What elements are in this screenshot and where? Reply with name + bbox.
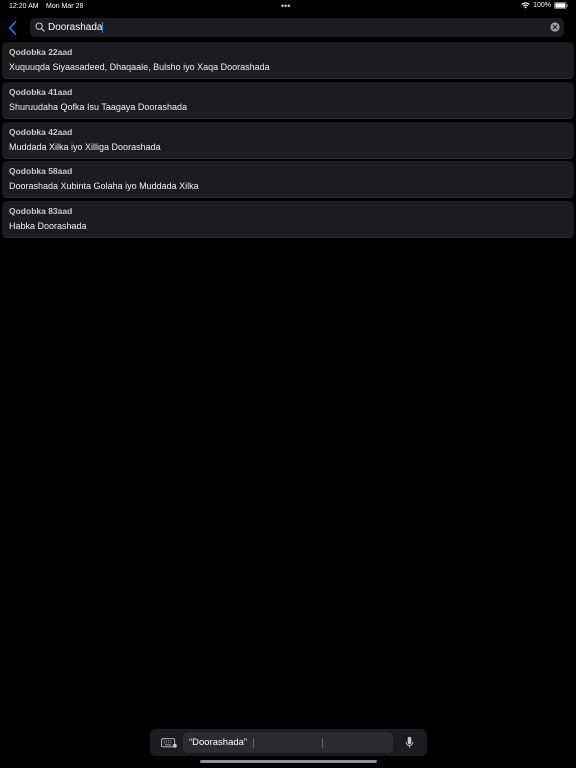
chevron-left-icon [8, 21, 16, 35]
status-indicators: 100% [521, 2, 568, 9]
result-row[interactable]: Qodobka 22aad Xuquuqda Siyaasadeed, Dhaq… [2, 42, 574, 78]
keyboard-dismiss-icon[interactable] [161, 738, 177, 748]
result-title: Qodobka 22aad [9, 47, 73, 57]
result-subtitle: Xuquuqda Siyaasadeed, Dhaqaale, Bulsho i… [9, 62, 270, 72]
keyboard-shortcut-bar: “Doorashada” [150, 729, 427, 756]
result-title: Qodobka 42aad [9, 127, 73, 137]
search-icon [35, 22, 45, 32]
battery-percent: 100% [533, 2, 551, 9]
microphone-icon[interactable] [405, 736, 414, 749]
multitasking-dots-icon[interactable]: ••• [281, 1, 290, 11]
result-row[interactable]: Qodobka 83aad Habka Doorashada [2, 201, 574, 237]
search-query-text: Doorashada [48, 22, 103, 33]
suggestion-item[interactable]: “Doorashada” [189, 737, 247, 748]
status-date: Mon Mar 28 [46, 3, 84, 10]
result-subtitle: Habka Doorashada [9, 221, 87, 231]
search-input[interactable]: Doorashada [48, 21, 104, 34]
home-indicator[interactable] [200, 760, 377, 763]
suggestion-divider [322, 738, 323, 748]
suggestion-divider [253, 738, 254, 748]
result-subtitle: Muddada Xilka iyo Xilliga Doorashada [9, 142, 161, 152]
result-title: Qodobka 58aad [9, 166, 73, 176]
back-button[interactable] [5, 19, 19, 37]
result-row[interactable]: Qodobka 58aad Doorashada Xubinta Golaha … [2, 161, 574, 197]
status-bar: 12:20 AM Mon Mar 28 ••• 100% [0, 0, 576, 14]
result-subtitle: Doorashada Xubinta Golaha iyo Muddada Xi… [9, 181, 199, 191]
result-title: Qodobka 41aad [9, 87, 73, 97]
result-row[interactable]: Qodobka 42aad Muddada Xilka iyo Xilliga … [2, 122, 574, 158]
text-caret [102, 22, 104, 33]
result-row[interactable]: Qodobka 41aad Shuruudaha Qofka Isu Taaga… [2, 82, 574, 118]
suggestions-bar: “Doorashada” [183, 732, 393, 753]
search-field[interactable]: Doorashada [30, 18, 564, 37]
battery-icon [554, 2, 568, 9]
status-time: 12:20 AM [9, 3, 39, 10]
result-subtitle: Shuruudaha Qofka Isu Taagaya Doorashada [9, 102, 187, 112]
wifi-icon [521, 2, 530, 9]
result-title: Qodobka 83aad [9, 206, 73, 216]
clear-search-button[interactable] [550, 22, 560, 32]
